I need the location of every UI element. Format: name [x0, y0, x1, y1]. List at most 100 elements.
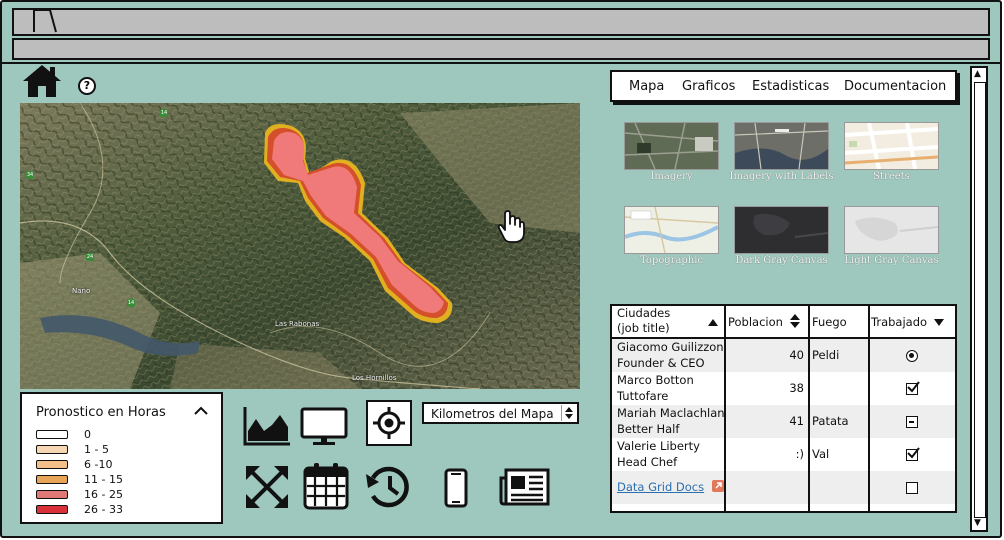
column-header-fuego[interactable]: Fuego — [810, 306, 868, 339]
row-radio[interactable] — [906, 350, 918, 362]
spinner-arrows-icon[interactable] — [561, 405, 576, 421]
table-row[interactable]: Data Grid Docs — [612, 471, 955, 504]
monitor-icon[interactable] — [300, 407, 348, 447]
legend-label: 1 - 5 — [84, 443, 109, 456]
table-row[interactable]: Mariah Maclachlan Better Half 41 Patata — [612, 405, 955, 438]
scroll-down-icon[interactable]: ▼ — [974, 518, 981, 528]
cell-title: Better Half — [617, 422, 680, 436]
data-grid: Ciudades (job title) Poblacion Fuego Tra… — [610, 304, 957, 513]
cell-fuego: Val — [812, 447, 830, 461]
route-badge: 24 — [86, 253, 94, 261]
basemap-imagery-labels[interactable]: Imagery with Labels — [730, 122, 833, 192]
cell-name: Marco Botton — [617, 373, 694, 387]
column-header-ciudades[interactable]: Ciudades (job title) — [612, 306, 724, 339]
row-checkbox[interactable] — [906, 447, 920, 461]
locate-button[interactable] — [366, 400, 412, 446]
table-row[interactable]: Valerie Liberty Head Chef :) Val — [612, 438, 955, 471]
row-checkbox[interactable] — [906, 416, 918, 428]
basemap-label: Imagery with Labels — [729, 171, 834, 182]
window-titlebar — [12, 8, 990, 36]
route-badge: 14 — [160, 109, 168, 117]
row-checkbox[interactable] — [906, 381, 920, 395]
basemap-label: Light Gray Canvas — [844, 255, 939, 266]
legend-panel: Pronostico en Horas 0 1 - 5 6 -10 11 - 1… — [20, 392, 223, 524]
legend-label: 26 - 33 — [84, 503, 123, 516]
scroll-thumb[interactable] — [974, 82, 986, 518]
header-label: Ciudades (job title) — [617, 306, 671, 335]
place-label: Nano — [72, 287, 91, 295]
column-divider — [724, 306, 726, 511]
basemap-label: Streets — [873, 171, 910, 182]
pan-hand-icon — [497, 210, 525, 243]
checkmark-icon — [907, 381, 920, 393]
cell-poblacion: 40 — [789, 348, 804, 362]
column-divider — [808, 306, 810, 511]
basemap-thumbnail — [734, 206, 829, 254]
legend-swatch — [36, 430, 68, 439]
basemap-topographic[interactable]: Topographic — [624, 206, 719, 276]
cell-poblacion: 38 — [789, 381, 804, 395]
legend-swatch — [36, 505, 68, 514]
calendar-icon[interactable] — [302, 461, 350, 511]
help-icon[interactable]: ? — [78, 77, 96, 95]
column-divider — [868, 306, 870, 511]
fullscreen-icon[interactable] — [244, 464, 290, 510]
place-label: Las Rabonas — [275, 320, 320, 328]
fire-map[interactable]: Nano Las Rabonas Los Hornillos 14 34 14 … — [20, 103, 580, 389]
address-bar[interactable] — [12, 38, 990, 60]
place-label: Los Hornillos — [352, 374, 397, 382]
sort-ascending-icon[interactable] — [708, 319, 718, 326]
menu-item-documentacion[interactable]: Documentacion — [844, 79, 946, 94]
chevron-up-icon[interactable] — [194, 406, 208, 416]
sort-descending-icon[interactable] — [934, 319, 944, 326]
cell-fuego: Peldi — [812, 348, 840, 362]
legend-swatch — [36, 445, 68, 454]
data-grid-docs-link[interactable]: Data Grid Docs — [617, 479, 704, 495]
menu-item-estadisticas[interactable]: Estadisticas — [752, 79, 829, 94]
cell-title: Tuttofare — [617, 389, 669, 403]
basemap-dark-gray[interactable]: Dark Gray Canvas — [734, 206, 829, 276]
satellite-imagery — [20, 103, 580, 389]
basemap-imagery[interactable]: Imagery — [624, 122, 719, 192]
checkmark-icon — [907, 447, 920, 459]
column-header-trabajado[interactable]: Trabajado — [870, 306, 955, 339]
header-label: Poblacion — [728, 315, 783, 329]
mobile-phone-icon[interactable] — [444, 468, 468, 508]
column-header-poblacion[interactable]: Poblacion — [726, 306, 808, 339]
legend-swatch — [36, 475, 68, 484]
main-menu: Mapa Graficos Estadisticas Documentacion — [610, 70, 957, 102]
table-row[interactable]: Marco Botton Tuttofare 38 — [612, 372, 955, 405]
legend-label: 16 - 25 — [84, 488, 123, 501]
legend-label: 0 — [84, 428, 91, 441]
history-icon[interactable] — [365, 464, 411, 510]
basemap-streets[interactable]: Streets — [844, 122, 939, 192]
area-chart-icon[interactable] — [242, 405, 292, 447]
cell-title: Head Chef — [617, 455, 678, 469]
cell-fuego: Patata — [812, 414, 849, 428]
cell-poblacion: 41 — [789, 414, 804, 428]
menu-item-mapa[interactable]: Mapa — [629, 79, 664, 94]
crosshair-icon — [373, 407, 405, 439]
newspaper-icon[interactable] — [498, 468, 550, 506]
basemap-thumbnail — [624, 122, 719, 170]
menu-item-graficos[interactable]: Graficos — [682, 79, 735, 94]
browser-tab[interactable] — [32, 10, 60, 34]
units-select[interactable]: Kilometros del Mapa — [422, 402, 579, 424]
vertical-scrollbar[interactable]: ▲ ▼ — [970, 66, 988, 532]
sort-icon[interactable] — [790, 314, 800, 328]
basemap-light-gray[interactable]: Light Gray Canvas — [844, 206, 939, 276]
basemap-thumbnail — [844, 206, 939, 254]
legend-swatch — [36, 490, 68, 499]
legend-swatch — [36, 460, 68, 469]
cell-poblacion: :) — [795, 447, 804, 461]
external-link-icon[interactable] — [712, 480, 724, 492]
header-label: Trabajado — [871, 315, 928, 329]
basemap-thumbnail — [624, 206, 719, 254]
scroll-up-icon[interactable]: ▲ — [974, 69, 981, 79]
cell-name: Mariah Maclachlan — [617, 406, 725, 420]
table-row[interactable]: Giacomo Guilizzoni Founder & CEO 40 Peld… — [612, 339, 955, 372]
units-select-value: Kilometros del Mapa — [431, 407, 554, 421]
row-checkbox[interactable] — [906, 482, 918, 494]
home-icon[interactable] — [20, 62, 64, 100]
cell-title: Founder & CEO — [617, 356, 705, 370]
